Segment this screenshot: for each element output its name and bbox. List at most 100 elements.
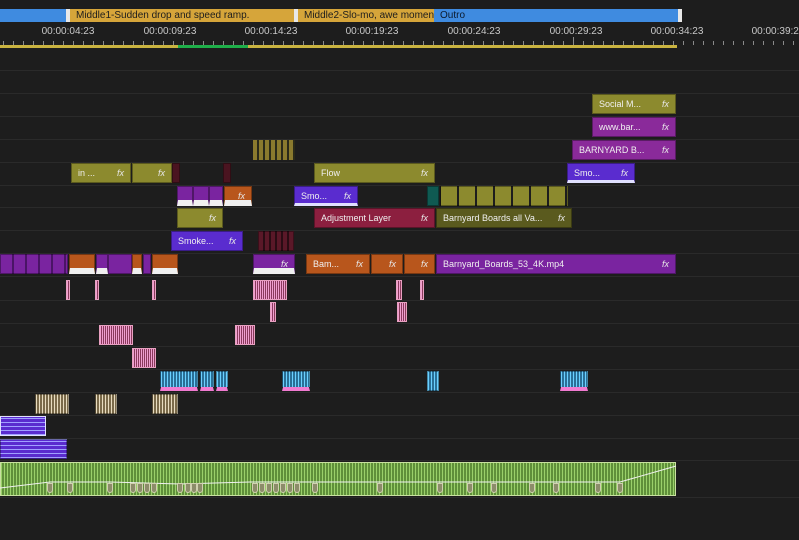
audio-clip[interactable] <box>95 394 117 414</box>
keyframe-handle[interactable] <box>491 483 497 493</box>
clip-purple-short[interactable] <box>209 186 223 206</box>
keyframe-handle[interactable] <box>197 483 203 493</box>
ruler-tick <box>523 41 524 45</box>
keyframe-handle[interactable] <box>312 483 318 493</box>
keyframe-handle[interactable] <box>617 483 623 493</box>
audio-clip[interactable] <box>35 394 69 414</box>
audio-clip[interactable] <box>420 280 424 300</box>
ruler-tick <box>483 41 484 45</box>
ruler-tick <box>143 41 144 45</box>
keyframe-handle[interactable] <box>67 483 73 493</box>
keyframe-handle[interactable] <box>259 483 265 493</box>
marker-middle1[interactable]: Middle1-Sudden drop and speed ramp. <box>70 9 294 22</box>
clip-purple-v3[interactable] <box>96 254 108 274</box>
clip-in[interactable]: in ... fx <box>71 163 131 183</box>
audio-clip[interactable] <box>253 280 287 300</box>
keyframe-handle[interactable] <box>151 483 157 493</box>
clip-strips[interactable] <box>253 140 295 160</box>
clip-purple-v3[interactable]: fx <box>253 254 295 274</box>
clip-purple-short[interactable] <box>193 186 209 206</box>
clip-bam[interactable]: Bam... fx <box>306 254 370 274</box>
clip-olive-v5[interactable]: fx <box>177 208 223 228</box>
keyframe-handle[interactable] <box>273 483 279 493</box>
work-area-bar[interactable] <box>0 45 677 48</box>
track-divider <box>0 70 799 71</box>
clip-barnyard-b[interactable]: BARNYARD B... fx <box>572 140 676 160</box>
audio-clip[interactable] <box>132 348 156 368</box>
clip-purple-v3[interactable] <box>143 254 151 274</box>
keyframe-handle[interactable] <box>553 483 559 493</box>
fx-badge: fx <box>208 213 216 223</box>
audio-clip[interactable] <box>200 371 214 391</box>
keyframe-handle[interactable] <box>377 483 383 493</box>
keyframe-handle[interactable] <box>137 483 143 493</box>
clip-www[interactable]: www.bar... fx <box>592 117 676 137</box>
audio-clip[interactable] <box>99 325 133 345</box>
clip-smo-2[interactable]: Smo... fx <box>567 163 635 183</box>
clip-barnyard-mp4[interactable]: Barnyard_Boards_53_4K.mp4 fx <box>436 254 676 274</box>
clip-orange-short[interactable]: fx <box>224 186 252 206</box>
clip-olive[interactable]: fx <box>132 163 172 183</box>
audio-clip[interactable] <box>216 371 228 391</box>
keyframe-handle[interactable] <box>280 483 286 493</box>
keyframe-handle[interactable] <box>252 483 258 493</box>
audio-clip[interactable] <box>396 280 402 300</box>
clip-orange-v3[interactable] <box>132 254 142 274</box>
marker-intro[interactable] <box>0 9 66 22</box>
clip-teal[interactable] <box>427 186 439 206</box>
audio-clip[interactable] <box>152 280 156 300</box>
marker-middle2[interactable]: Middle2-Slo-mo, awe momen <box>298 9 434 22</box>
clip-orange-v3[interactable]: fx <box>404 254 435 274</box>
ruler-tick <box>413 41 414 45</box>
keyframe-handle[interactable] <box>294 483 300 493</box>
clip-orange-v3[interactable] <box>152 254 178 274</box>
audio-clip[interactable] <box>560 371 588 391</box>
audio-clip[interactable] <box>66 280 70 300</box>
volume-keyframe-line[interactable] <box>0 462 680 502</box>
keyframe-handle[interactable] <box>107 483 113 493</box>
clip-smo-1[interactable]: Smo... fx <box>294 186 358 206</box>
keyframe-handle[interactable] <box>47 483 53 493</box>
keyframe-handle[interactable] <box>177 483 183 493</box>
audio-clip[interactable] <box>0 439 67 459</box>
keyframe-handle[interactable] <box>266 483 272 493</box>
ruler-tick <box>793 41 794 45</box>
clip-adjustment-layer[interactable]: Adjustment Layer fx <box>314 208 435 228</box>
clip-label: BARNYARD B... <box>579 145 645 155</box>
ruler-tick <box>563 41 564 45</box>
clip-smoke[interactable]: Smoke... fx <box>171 231 243 251</box>
marker-outro[interactable]: Outro <box>434 9 678 22</box>
clip-sliver[interactable] <box>172 163 180 183</box>
audio-clip[interactable] <box>282 371 310 391</box>
keyframe-handle[interactable] <box>287 483 293 493</box>
keyframe-handle[interactable] <box>529 483 535 493</box>
keyframe-handle[interactable] <box>467 483 473 493</box>
ruler-tick <box>643 41 644 45</box>
clip-flow[interactable]: Flow fx <box>314 163 435 183</box>
fx-badge: fx <box>116 168 124 178</box>
marker-edge <box>678 9 682 22</box>
clip-purple-v3[interactable] <box>108 254 132 274</box>
audio-clip[interactable] <box>152 394 178 414</box>
clip-barnyard-all[interactable]: Barnyard Boards all Va... fx <box>436 208 572 228</box>
audio-clip[interactable] <box>427 371 439 391</box>
audio-clip[interactable] <box>235 325 255 345</box>
keyframe-handle[interactable] <box>595 483 601 493</box>
audio-clip[interactable] <box>95 280 99 300</box>
clip-social[interactable]: Social M... fx <box>592 94 676 114</box>
clip-olive-segments[interactable] <box>440 186 568 206</box>
keyframe-handle[interactable] <box>144 483 150 493</box>
audio-clip[interactable] <box>270 302 276 322</box>
clip-maroon-strips[interactable] <box>258 231 294 251</box>
fx-badge: fx <box>237 191 245 201</box>
clip-orange-v3[interactable] <box>69 254 95 274</box>
clip-orange-v3[interactable]: fx <box>371 254 403 274</box>
audio-clip[interactable] <box>0 416 46 436</box>
clip-purple-group[interactable] <box>0 254 68 274</box>
audio-clip[interactable] <box>397 302 407 322</box>
clip-sliver[interactable] <box>223 163 231 183</box>
audio-clip[interactable] <box>160 371 198 391</box>
keyframe-handle[interactable] <box>130 483 136 493</box>
keyframe-handle[interactable] <box>437 483 443 493</box>
clip-purple-short[interactable] <box>177 186 193 206</box>
